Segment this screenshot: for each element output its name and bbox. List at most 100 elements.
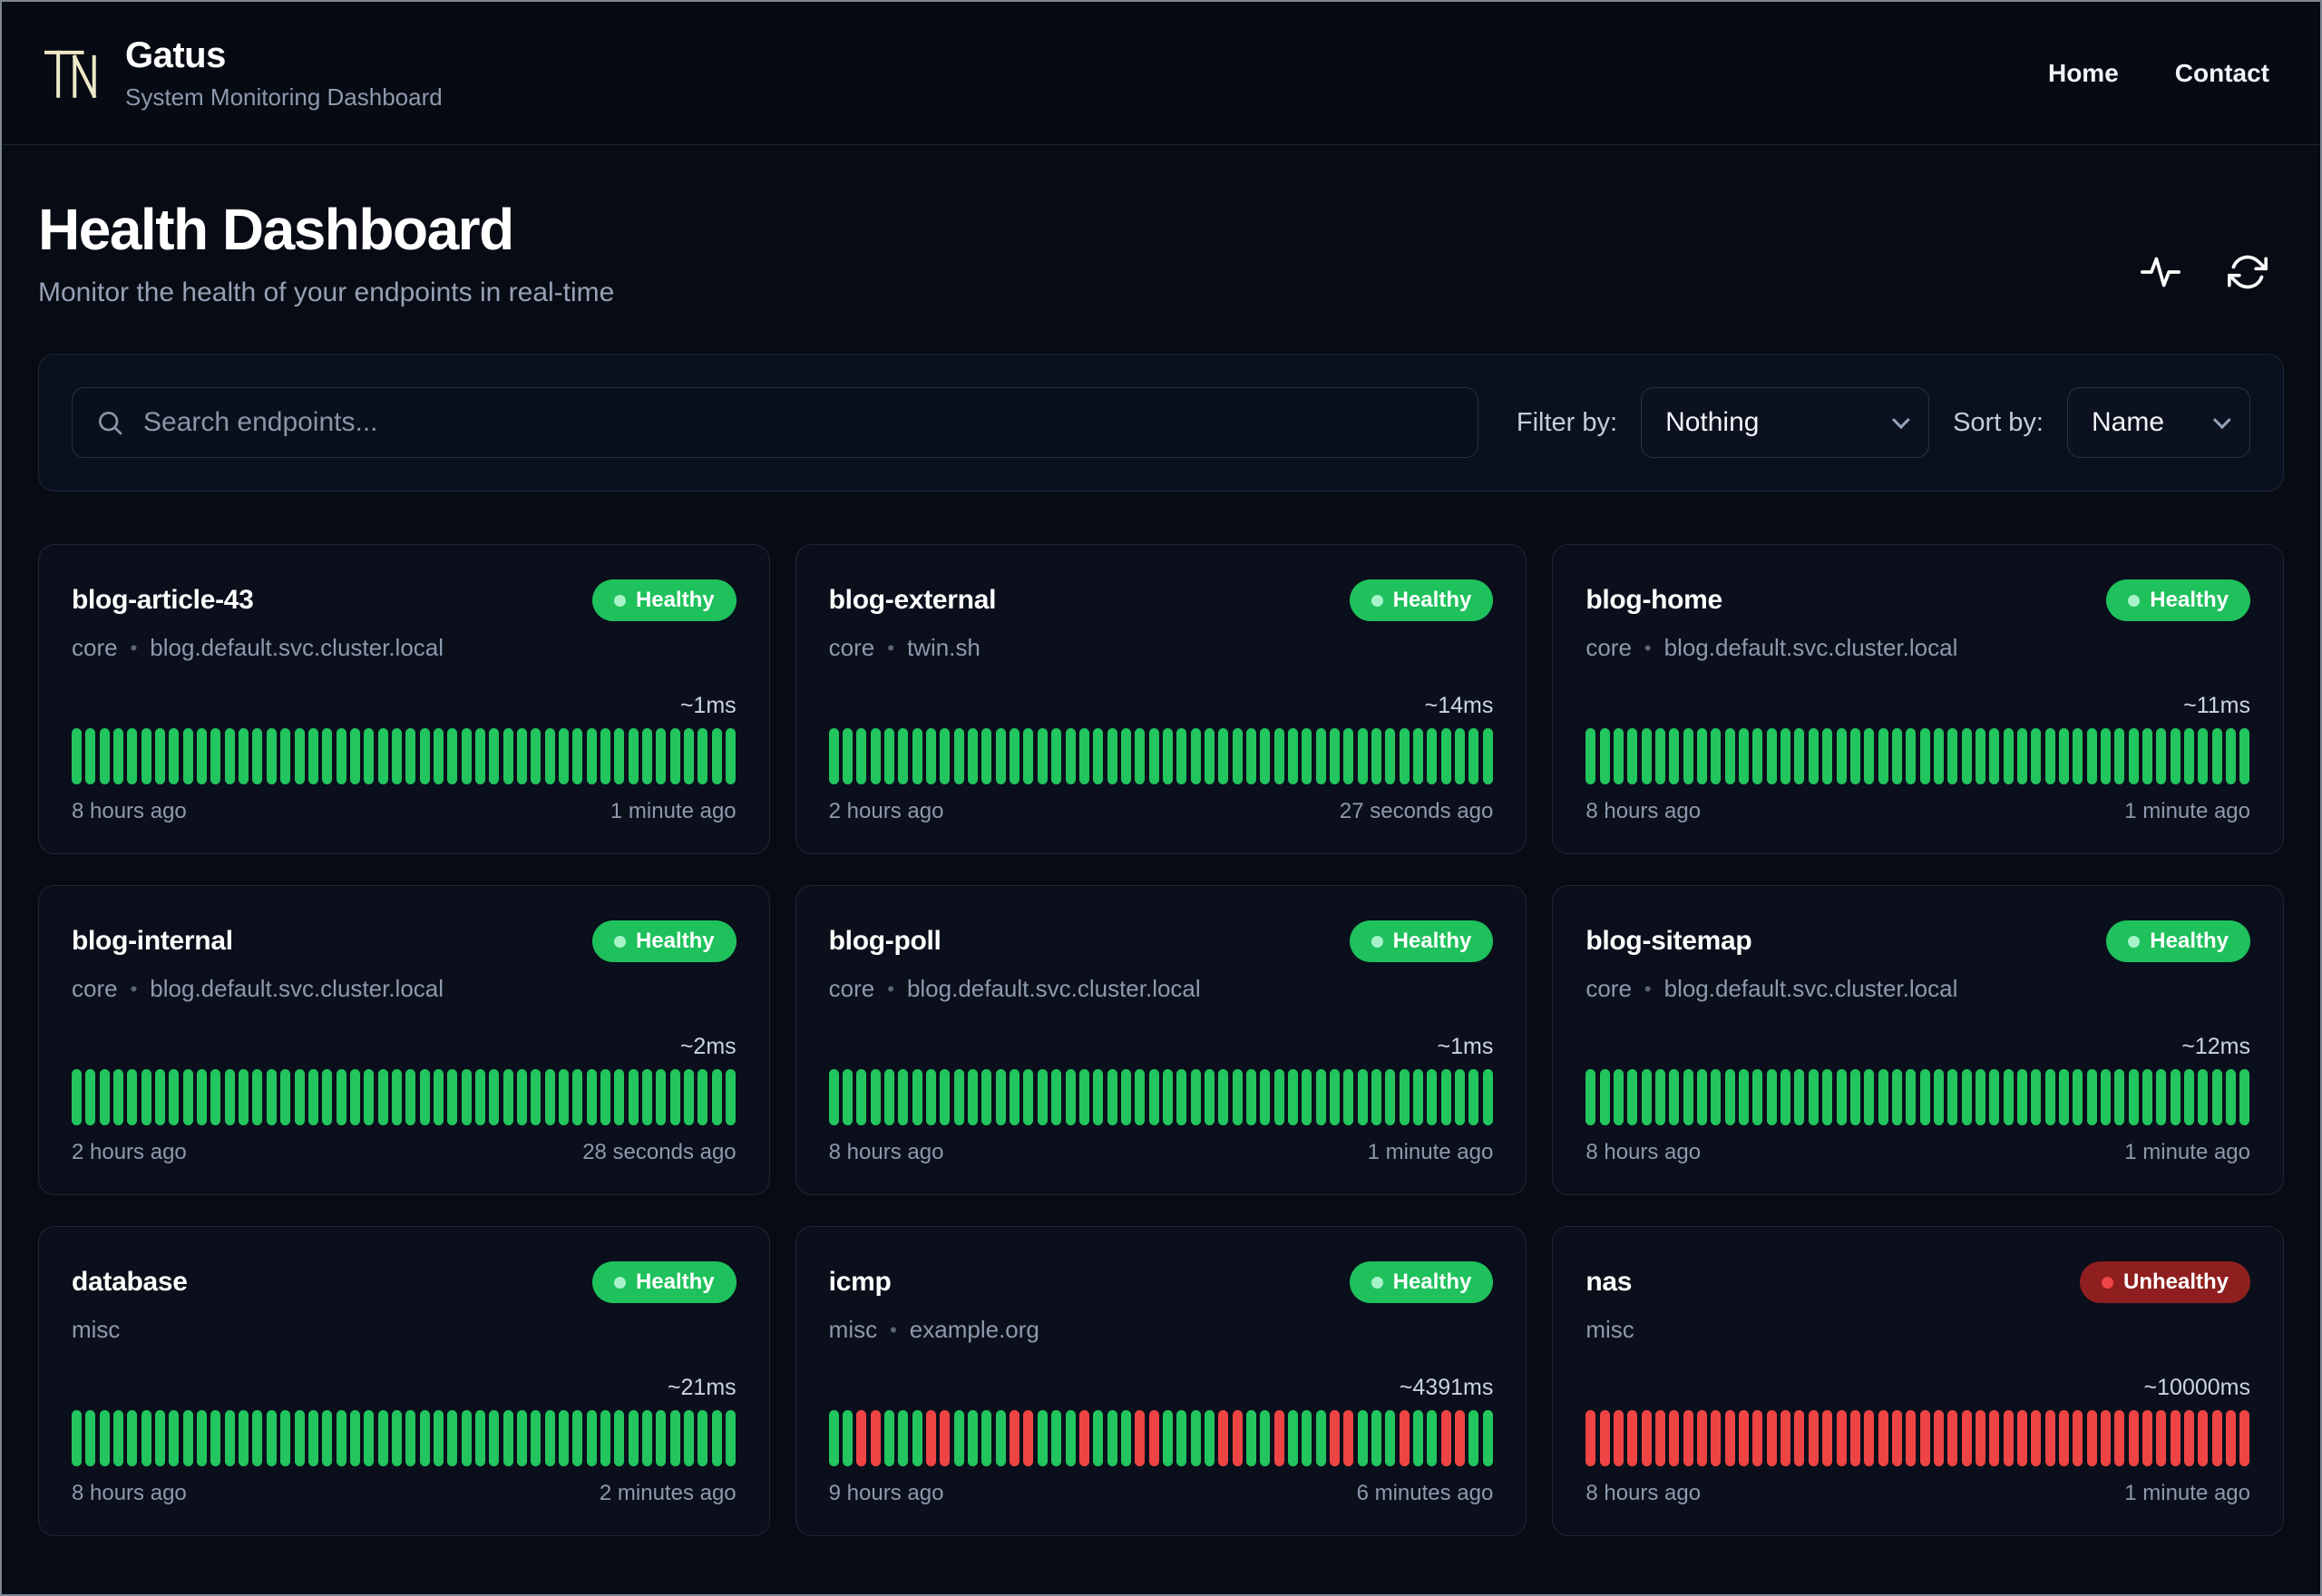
uptime-bar-ok [266, 1069, 277, 1125]
endpoint-name: nas [1585, 1267, 1633, 1297]
endpoint-card[interactable]: icmp Healthy misc • example.org ~4391ms … [795, 1226, 1527, 1536]
uptime-bar-ok [981, 1410, 992, 1466]
endpoint-card[interactable]: blog-internal Healthy core • blog.defaul… [38, 885, 770, 1195]
latency-label: ~21ms [667, 1375, 737, 1400]
uptime-bar-ok [210, 728, 221, 784]
uptime-bar-ok [2170, 1069, 2181, 1125]
status-label: Healthy [2150, 588, 2229, 612]
uptime-bars [1585, 1410, 2250, 1466]
uptime-bar-ok [461, 1410, 472, 1466]
uptime-bar-ok [461, 728, 472, 784]
endpoint-card[interactable]: blog-home Healthy core • blog.default.sv… [1552, 544, 2284, 854]
endpoint-host: blog.default.svc.cluster.local [150, 975, 444, 1002]
uptime-bar-ok [1468, 1410, 1479, 1466]
uptime-bar-ok [1010, 1069, 1020, 1125]
uptime-bar-ok [1385, 1069, 1396, 1125]
uptime-bar-ok [1315, 1069, 1326, 1125]
uptime-bar-ok [628, 728, 639, 784]
uptime-bar-ok [2170, 728, 2181, 784]
uptime-bar-ok [572, 728, 583, 784]
uptime-bar-ok [1218, 728, 1229, 784]
uptime-bar-ok [1808, 728, 1819, 784]
sort-select[interactable]: Name [2067, 387, 2250, 458]
uptime-bar-ok [85, 1410, 96, 1466]
uptime-bar-ok [322, 1410, 333, 1466]
uptime-bar-fail [1822, 1410, 1833, 1466]
endpoint-card[interactable]: blog-article-43 Healthy core • blog.defa… [38, 544, 770, 854]
uptime-bar-ok [2114, 1069, 2125, 1125]
uptime-bar-ok [1065, 728, 1076, 784]
endpoint-group: core [828, 634, 875, 661]
uptime-bar-ok [642, 1069, 653, 1125]
search-input[interactable] [72, 387, 1478, 458]
uptime-bar-ok [856, 728, 867, 784]
uptime-bar-ok [294, 1410, 305, 1466]
uptime-bar-ok [1107, 728, 1117, 784]
uptime-bar-ok [544, 1410, 555, 1466]
uptime-bar-ok [1273, 1069, 1284, 1125]
status-badge: Healthy [1349, 920, 1494, 962]
uptime-bar-ok [1808, 1069, 1819, 1125]
uptime-bar-ok [1752, 728, 1763, 784]
uptime-bar-ok [2114, 728, 2125, 784]
activity-pulse-icon[interactable] [2141, 252, 2181, 292]
uptime-bar-ok [1385, 1410, 1396, 1466]
uptime-bar-fail [2211, 1410, 2222, 1466]
uptime-bar-ok [1836, 728, 1847, 784]
uptime-bar-ok [307, 1410, 318, 1466]
uptime-bar-ok [155, 1410, 166, 1466]
uptime-bar-fail [2170, 1410, 2181, 1466]
uptime-bar-fail [2226, 1410, 2237, 1466]
uptime-bar-ok [141, 728, 151, 784]
uptime-bars [1585, 728, 2250, 784]
page-content: Health Dashboard Monitor the health of y… [2, 196, 2320, 1569]
meta-separator: • [130, 977, 138, 1000]
oldest-time: 8 hours ago [828, 1140, 944, 1164]
endpoint-card[interactable]: blog-external Healthy core • twin.sh ~14… [795, 544, 1527, 854]
uptime-bar-ok [531, 1069, 541, 1125]
uptime-bar-ok [405, 728, 416, 784]
endpoint-name: blog-internal [72, 926, 233, 956]
uptime-bar-ok [669, 1410, 680, 1466]
uptime-bar-fail [2184, 1410, 2195, 1466]
uptime-bar-ok [224, 1410, 235, 1466]
uptime-bar-ok [1961, 728, 1972, 784]
nav-link-contact[interactable]: Contact [2175, 59, 2269, 88]
uptime-bar-fail [1891, 1410, 1902, 1466]
status-badge: Healthy [591, 920, 737, 962]
uptime-bar-ok [1933, 728, 1944, 784]
uptime-bar-fail [1585, 1410, 1596, 1466]
uptime-bar-ok [828, 728, 839, 784]
endpoint-card[interactable]: blog-poll Healthy core • blog.default.sv… [795, 885, 1527, 1195]
endpoint-card[interactable]: database Healthy misc ~21ms 8 hours ago … [38, 1226, 770, 1536]
uptime-bar-ok [502, 1410, 513, 1466]
uptime-bar-ok [377, 1069, 388, 1125]
uptime-bar-ok [391, 728, 402, 784]
endpoint-card[interactable]: nas Unhealthy misc ~10000ms 8 hours ago … [1552, 1226, 2284, 1536]
oldest-time: 2 hours ago [72, 1140, 187, 1164]
refresh-icon[interactable] [2228, 252, 2268, 292]
uptime-bar-ok [1078, 1069, 1089, 1125]
endpoint-meta: core • blog.default.svc.cluster.local [72, 975, 737, 1003]
uptime-bar-ok [586, 1410, 597, 1466]
latency-label: ~1ms [1437, 1034, 1494, 1059]
uptime-bar-ok [252, 1410, 263, 1466]
uptime-bar-fail [1655, 1410, 1666, 1466]
uptime-bar-ok [1107, 1069, 1117, 1125]
uptime-bar-ok [912, 1069, 922, 1125]
uptime-bar-ok [72, 1069, 82, 1125]
meta-separator: • [130, 636, 138, 659]
toolbar: Filter by: Nothing Sort by: Name [38, 354, 2284, 491]
uptime-bar-ok [995, 1410, 1006, 1466]
endpoint-group: core [1585, 975, 1632, 1002]
uptime-bar-ok [1371, 728, 1382, 784]
nav-link-home[interactable]: Home [2048, 59, 2119, 88]
uptime-bar-ok [586, 728, 597, 784]
uptime-bar-ok [2239, 728, 2250, 784]
uptime-bar-ok [1614, 1069, 1624, 1125]
filter-select[interactable]: Nothing [1641, 387, 1930, 458]
status-badge: Healthy [1349, 1261, 1494, 1303]
card-head: blog-poll Healthy [829, 920, 1494, 962]
uptime-bar-ok [940, 1069, 951, 1125]
endpoint-card[interactable]: blog-sitemap Healthy core • blog.default… [1552, 885, 2284, 1195]
